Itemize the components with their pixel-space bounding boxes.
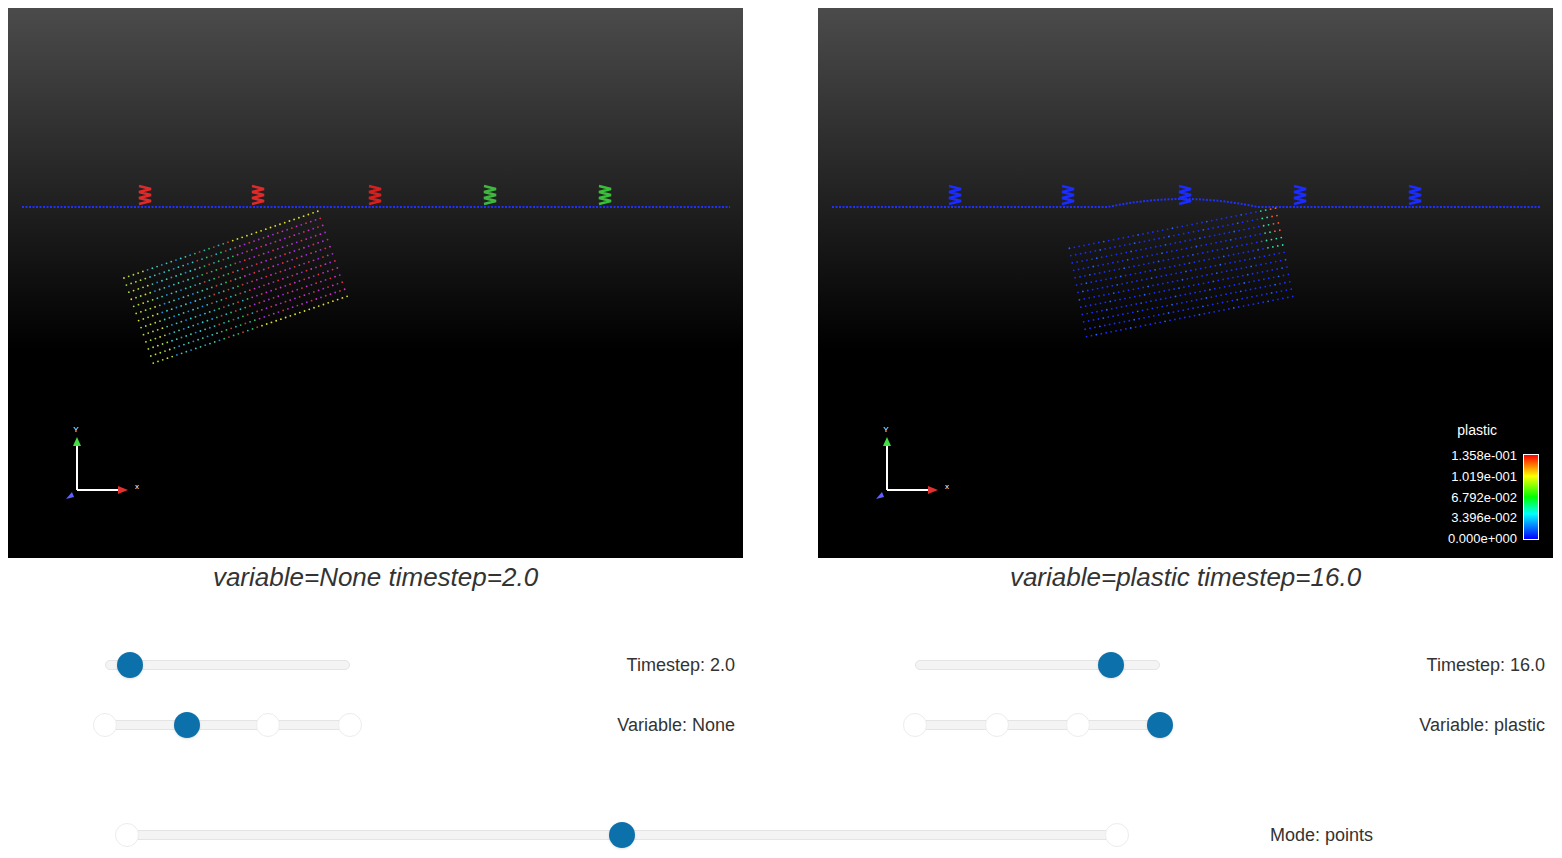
view-panel: Yx variable=None timestep=2.0 Timestep: 2.… bbox=[8, 8, 743, 745]
slider-thumb[interactable] bbox=[1147, 712, 1173, 738]
slider-thumb[interactable] bbox=[609, 822, 635, 848]
barrier-line bbox=[22, 206, 730, 208]
variable-row: Variable: plastic bbox=[818, 705, 1553, 745]
legend-tick: 0.000e+000 bbox=[1448, 531, 1517, 546]
legend-colorbar bbox=[1523, 454, 1539, 540]
slider-stop[interactable] bbox=[1066, 713, 1090, 737]
barrier-post bbox=[1409, 186, 1421, 204]
legend-tick: 6.792e-002 bbox=[1448, 490, 1517, 505]
timestep-row: Timestep: 2.0 bbox=[8, 645, 743, 685]
mode-row: Mode: points bbox=[0, 815, 1562, 855]
control-label: Timestep: 2.0 bbox=[627, 652, 735, 679]
legend-tick: 1.358e-001 bbox=[1448, 448, 1517, 463]
legend-tick: 3.396e-002 bbox=[1448, 510, 1517, 525]
legend-title: plastic bbox=[1457, 421, 1497, 439]
scene-drawing: Yx bbox=[8, 8, 743, 558]
barrier-post bbox=[599, 186, 611, 204]
control-label: Timestep: 16.0 bbox=[1427, 652, 1545, 679]
slider-thumb[interactable] bbox=[1098, 652, 1124, 678]
slider-stop[interactable] bbox=[256, 713, 280, 737]
timestep-row: Timestep: 16.0 bbox=[818, 645, 1553, 685]
axes-triad-icon: Yx bbox=[876, 425, 949, 499]
svg-text:x: x bbox=[945, 482, 949, 491]
barrier-post bbox=[139, 186, 151, 204]
mode-slider[interactable] bbox=[127, 822, 1117, 848]
barrier-post bbox=[1062, 186, 1074, 204]
slider-thumb[interactable] bbox=[174, 712, 200, 738]
view-caption: variable=None timestep=2.0 bbox=[8, 558, 743, 596]
barrier-post bbox=[484, 186, 496, 204]
app: Yx variable=None timestep=2.0 Timestep: 2.… bbox=[0, 0, 1562, 858]
timestep-slider[interactable] bbox=[105, 652, 350, 678]
slider-stop[interactable] bbox=[338, 713, 362, 737]
color-legend: plastic 1.358e-001 1.019e-001 6.792e-002 3.3… bbox=[1448, 421, 1539, 546]
variable-slider[interactable] bbox=[915, 712, 1160, 738]
barrier-post bbox=[252, 186, 264, 204]
car-point-cloud bbox=[1068, 207, 1293, 337]
view-caption: variable=plastic timestep=16.0 bbox=[818, 558, 1553, 596]
slider-stop[interactable] bbox=[1105, 823, 1129, 847]
mode-label: Mode: points bbox=[1270, 822, 1373, 849]
render-view[interactable]: Yx plastic 1.358e-001 1.019e-001 6.792e-002 3… bbox=[818, 8, 1553, 558]
svg-text:Y: Y bbox=[883, 425, 889, 434]
svg-text:x: x bbox=[135, 482, 139, 491]
barrier-post bbox=[949, 186, 961, 204]
variable-row: Variable: None bbox=[8, 705, 743, 745]
view-panel: Yx plastic 1.358e-001 1.019e-001 6.792e-002 3… bbox=[818, 8, 1553, 745]
variable-slider[interactable] bbox=[105, 712, 350, 738]
render-view[interactable]: Yx bbox=[8, 8, 743, 558]
legend-tick: 1.019e-001 bbox=[1448, 469, 1517, 484]
slider-stop[interactable] bbox=[115, 823, 139, 847]
barrier-post bbox=[369, 186, 381, 204]
barrier-post bbox=[1179, 186, 1191, 204]
scene-drawing: Yx bbox=[818, 8, 1553, 558]
slider-thumb[interactable] bbox=[117, 652, 143, 678]
car-point-cloud bbox=[123, 210, 348, 364]
svg-text:Y: Y bbox=[73, 425, 79, 434]
slider-stop[interactable] bbox=[93, 713, 117, 737]
axes-triad-icon: Yx bbox=[66, 425, 139, 499]
timestep-slider[interactable] bbox=[915, 652, 1160, 678]
slider-stop[interactable] bbox=[903, 713, 927, 737]
control-label: Variable: None bbox=[617, 712, 735, 739]
slider-stop[interactable] bbox=[985, 713, 1009, 737]
barrier-post bbox=[1294, 186, 1306, 204]
control-label: Variable: plastic bbox=[1419, 712, 1545, 739]
